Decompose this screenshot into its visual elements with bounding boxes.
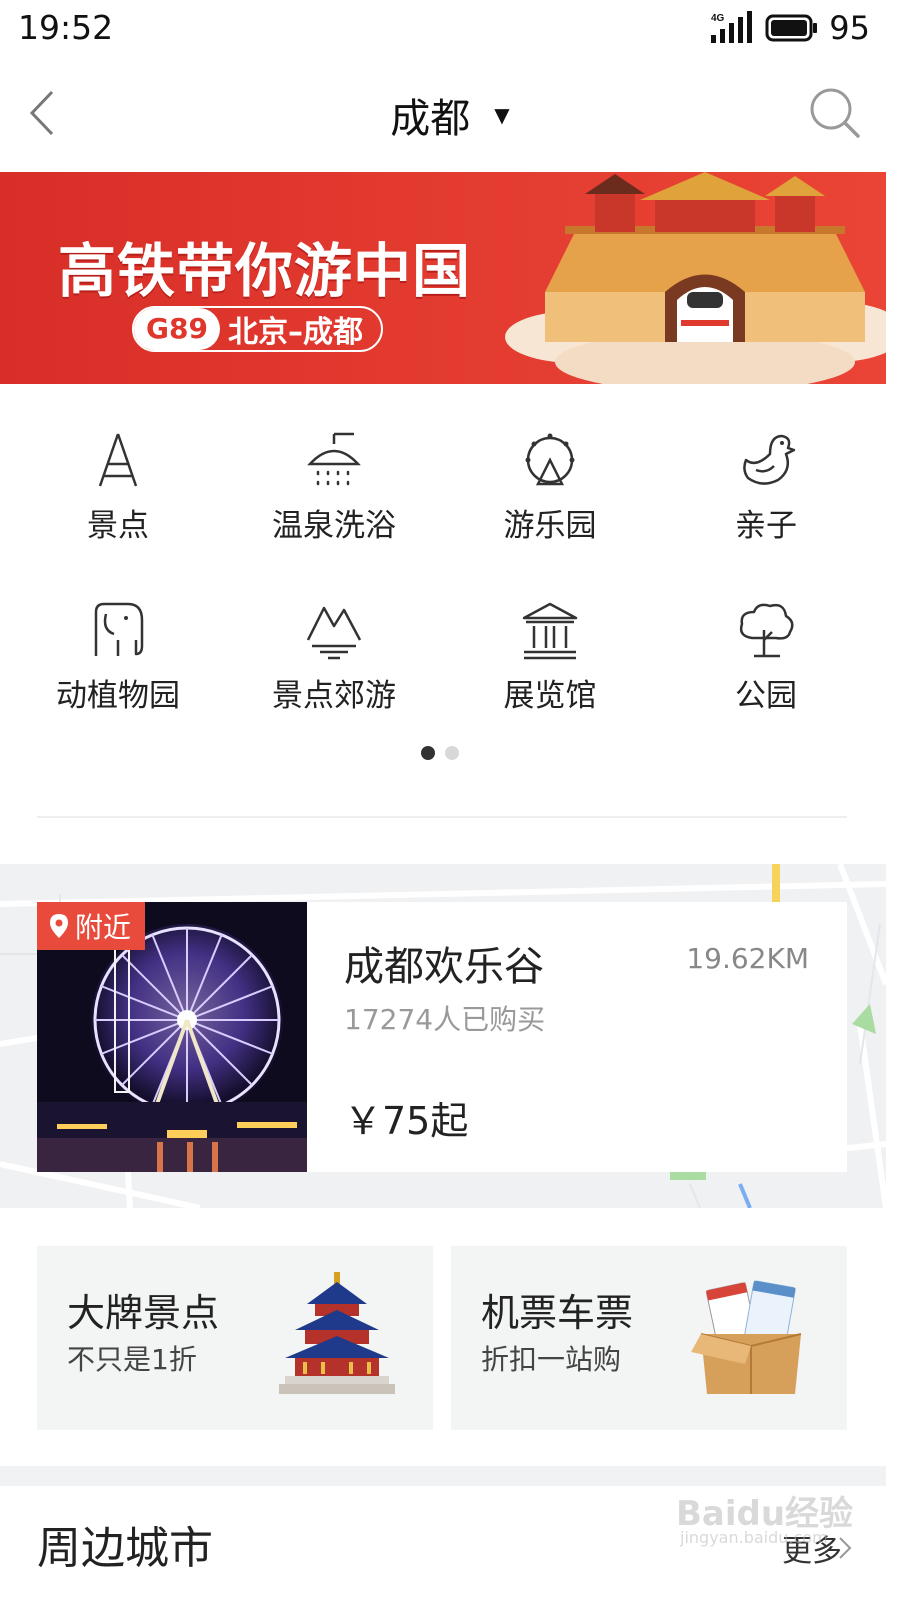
promo-subtitle: 折扣一站购 (481, 1343, 622, 1376)
shower-icon (307, 432, 361, 486)
city-title: 成都 (390, 96, 471, 142)
top-nav: 成都 ▼ (0, 58, 900, 172)
watermark-url: jingyan.baidu.com (680, 1528, 828, 1547)
attraction-price: ￥75起 (344, 1099, 469, 1143)
battery-level: 95 (829, 9, 870, 47)
ferris-wheel-icon (525, 433, 575, 486)
category-label: 景点 (87, 508, 149, 544)
category-family[interactable]: 亲子 (658, 420, 874, 560)
ticket-box-icon (691, 1280, 802, 1394)
category-label: 亲子 (735, 508, 797, 544)
nearby-tag: 附近 (37, 902, 146, 950)
promo-subtitle: 不只是1折 (67, 1343, 197, 1376)
category-label: 游乐园 (503, 508, 597, 544)
promo-tickets[interactable]: 机票车票 折扣一站购 (451, 1246, 847, 1430)
museum-icon (522, 602, 578, 660)
page-indicator (421, 746, 459, 760)
watermark: Baidu经验 jingyan.baidu.com (676, 1466, 866, 1556)
page-dot-active[interactable] (421, 746, 435, 760)
attraction-sold-count: 17274人已购买 (344, 1003, 546, 1036)
elephant-icon (94, 602, 144, 656)
tower-icon (98, 433, 138, 487)
promo-title: 机票车票 (481, 1291, 634, 1335)
category-label: 景点郊游 (272, 678, 396, 714)
category-scenic[interactable]: 景点 (10, 420, 226, 560)
promo-famous-sights[interactable]: 大牌景点 不只是1折 (37, 1246, 433, 1430)
svg-text:4G: 4G (711, 13, 725, 24)
location-pin-icon (50, 914, 68, 938)
attraction-photo: 附近 (37, 902, 307, 1172)
banner-route-pill: G89 北京–成都 (132, 306, 383, 352)
category-label: 公园 (735, 678, 797, 714)
category-zoo[interactable]: 动植物园 (10, 590, 226, 730)
battery-icon (765, 14, 818, 42)
attraction-name: 成都欢乐谷 (344, 944, 544, 990)
category-label: 展览馆 (503, 678, 597, 714)
caret-down-icon: ▼ (494, 103, 510, 127)
category-exhibition[interactable]: 展览馆 (442, 590, 658, 730)
signal-icon: 4G (711, 11, 753, 43)
category-outing[interactable]: 景点郊游 (226, 590, 442, 730)
nearby-tag-label: 附近 (75, 911, 132, 944)
mountain-icon (306, 606, 362, 660)
banner-headline: 高铁带你游中国 (58, 237, 472, 305)
temple-icon (279, 1272, 395, 1394)
category-label: 动植物园 (56, 678, 180, 714)
train-route: 北京–成都 (227, 315, 363, 350)
nearby-attraction-card[interactable]: 附近 成都欢乐谷 19.62KM 17274人已购买 ￥75起 (37, 902, 847, 1172)
tree-icon (739, 603, 794, 658)
status-time: 19:52 (18, 8, 114, 47)
search-icon[interactable] (808, 86, 862, 140)
category-amusement-park[interactable]: 游乐园 (442, 420, 658, 560)
promo-title: 大牌景点 (67, 1291, 220, 1335)
page-dot[interactable] (445, 746, 459, 760)
duck-icon (743, 434, 796, 485)
promo-banner[interactable]: 高铁带你游中国 G89 北京–成都 (0, 172, 886, 384)
section-title: 周边城市 (37, 1523, 213, 1574)
category-label: 温泉洗浴 (272, 508, 396, 544)
city-selector[interactable]: 成都 ▼ (0, 86, 900, 144)
palace-train-illustration (505, 172, 886, 384)
status-right: 4G 95 (709, 9, 870, 47)
status-bar: 19:52 4G 95 (0, 0, 900, 58)
category-park[interactable]: 公园 (658, 590, 874, 730)
divider (37, 816, 847, 818)
train-code: G89 (134, 308, 220, 350)
attraction-distance: 19.62KM (686, 942, 809, 975)
app-screen: 19:52 4G 95 成都 ▼ 高铁带你游中国 G89 北京–成都 景点 温泉… (0, 0, 900, 1600)
category-hot-spring[interactable]: 温泉洗浴 (226, 420, 442, 560)
